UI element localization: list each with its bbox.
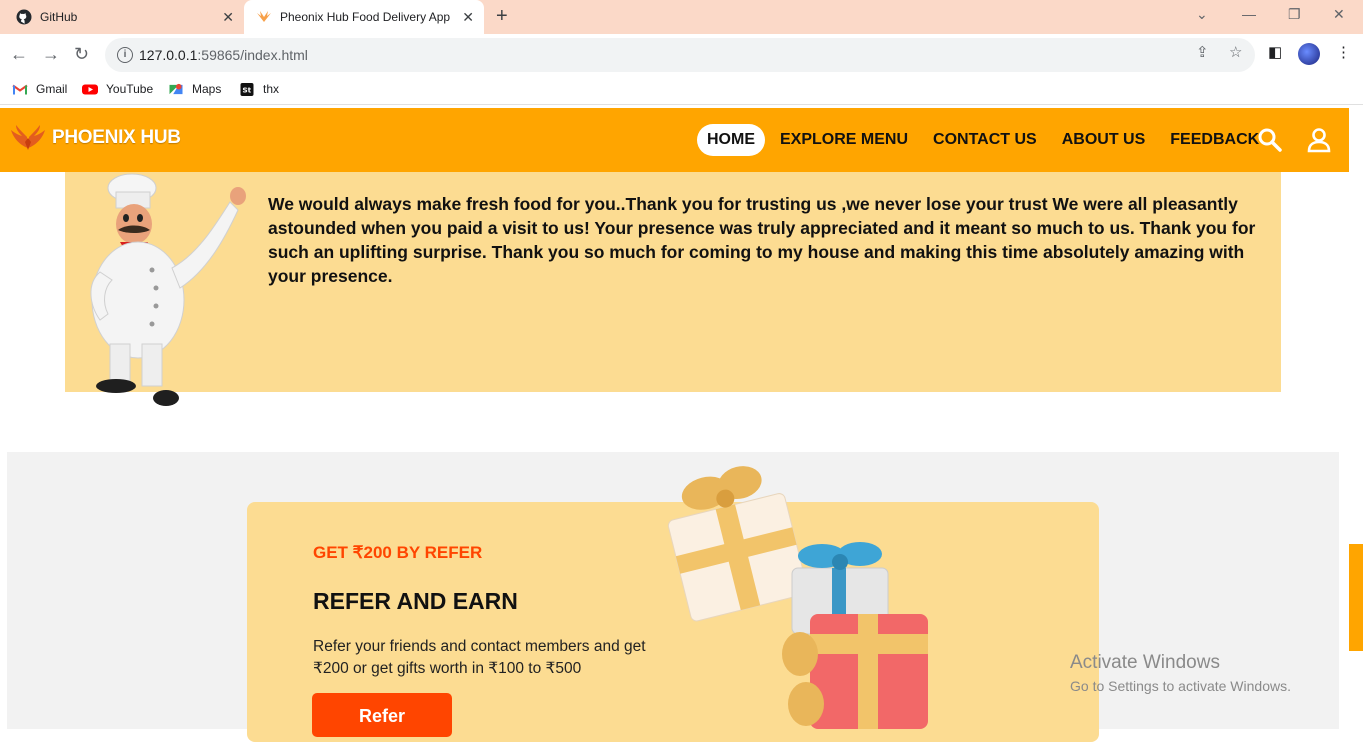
phoenix-favicon-icon: [257, 11, 271, 22]
bookmark-maps[interactable]: Maps: [168, 82, 221, 96]
maps-icon: [169, 83, 183, 94]
more-menu-icon[interactable]: ⋮: [1336, 43, 1351, 61]
tab-title: Pheonix Hub Food Delivery App: [280, 10, 451, 24]
phoenix-wings-icon: [11, 125, 45, 150]
back-arrow-icon[interactable]: ←: [10, 44, 28, 65]
forward-arrow-icon[interactable]: →: [42, 44, 60, 65]
browser-toolbar: ← → ↻ i 127.0.0.1:59865/index.html ⇪ ☆ ◧…: [0, 34, 1363, 76]
share-icon[interactable]: ⇪: [1196, 43, 1209, 61]
url-path: :59865/index.html: [197, 47, 308, 63]
brand-name: PHOENIX HUB: [52, 127, 181, 148]
refer-description: Refer your friends and contact members a…: [313, 638, 646, 677]
browser-tab-strip: GitHub ✕ Pheonix Hub Food Delivery App ✕…: [0, 0, 1363, 34]
watermark-line-2: Go to Settings to activate Windows.: [1070, 678, 1291, 694]
bookmark-gmail[interactable]: Gmail: [12, 82, 67, 96]
site-logo[interactable]: PHOENIX HUB: [10, 124, 181, 152]
minimize-icon[interactable]: —: [1242, 6, 1256, 22]
tab-title: GitHub: [40, 10, 78, 24]
nav-feedback[interactable]: FEEDBACK: [1160, 124, 1269, 156]
bookmark-thx[interactable]: St thx: [239, 82, 279, 96]
url-host: 127.0.0.1: [139, 47, 198, 63]
bookmark-label: thx: [263, 82, 280, 96]
bookmark-youtube[interactable]: YouTube: [82, 82, 153, 96]
close-tab-icon[interactable]: ✕: [222, 9, 234, 26]
bookmark-label: Gmail: [36, 82, 68, 96]
page-scrollbar-thumb[interactable]: [1349, 544, 1363, 651]
refer-button[interactable]: Refer: [312, 693, 452, 737]
bookmarks-bar: Gmail YouTube Maps St thx: [0, 76, 1363, 105]
chef-message-text: We would always make fresh food for you.…: [268, 194, 1256, 286]
tab-github[interactable]: GitHub ✕: [0, 0, 244, 34]
bookmark-label: YouTube: [106, 82, 154, 96]
refer-title: REFER AND EARN: [313, 588, 518, 614]
youtube-icon: [82, 84, 98, 94]
chef-illustration: [90, 173, 246, 406]
new-tab-icon[interactable]: +: [496, 5, 508, 28]
site-header: PHOENIX HUB HOME EXPLORE MENU CONTACT US…: [0, 108, 1349, 172]
nav-contact-us[interactable]: CONTACT US: [923, 124, 1047, 156]
close-tab-icon[interactable]: ✕: [462, 9, 474, 26]
github-icon: [16, 9, 32, 25]
main-nav: HOME EXPLORE MENU CONTACT US ABOUT US FE…: [697, 124, 1269, 156]
side-panel-icon[interactable]: ◧: [1268, 43, 1282, 61]
site-info-icon[interactable]: i: [117, 47, 133, 63]
tab-search-chevron-icon[interactable]: ⌄: [1196, 6, 1208, 23]
gift-boxes-illustration: [667, 466, 928, 729]
profile-avatar[interactable]: [1298, 43, 1320, 65]
gmail-icon: [12, 84, 28, 94]
nav-explore-menu[interactable]: EXPLORE MENU: [770, 124, 918, 156]
bookmark-star-icon[interactable]: ☆: [1229, 43, 1242, 61]
search-icon[interactable]: [1256, 126, 1284, 154]
bookmark-label: Maps: [192, 82, 222, 96]
refer-kicker: GET ₹200 BY REFER: [313, 543, 483, 562]
address-bar[interactable]: i 127.0.0.1:59865/index.html: [105, 38, 1255, 72]
nav-about-us[interactable]: ABOUT US: [1052, 124, 1156, 156]
url-text[interactable]: 127.0.0.1:59865/index.html: [139, 47, 308, 63]
svg-text:St: St: [242, 85, 251, 94]
tab-pheonix-hub[interactable]: Pheonix Hub Food Delivery App ✕: [244, 0, 484, 34]
watermark-line-1: Activate Windows: [1070, 652, 1220, 673]
windows-activation-watermark: Activate Windows Go to Settings to activ…: [1070, 652, 1291, 694]
st-icon: St: [240, 82, 254, 96]
close-window-icon[interactable]: ✕: [1333, 6, 1345, 23]
user-icon[interactable]: [1305, 126, 1333, 154]
nav-home[interactable]: HOME: [697, 124, 765, 156]
reload-icon[interactable]: ↻: [74, 44, 89, 65]
restore-icon[interactable]: ❐: [1288, 6, 1301, 23]
